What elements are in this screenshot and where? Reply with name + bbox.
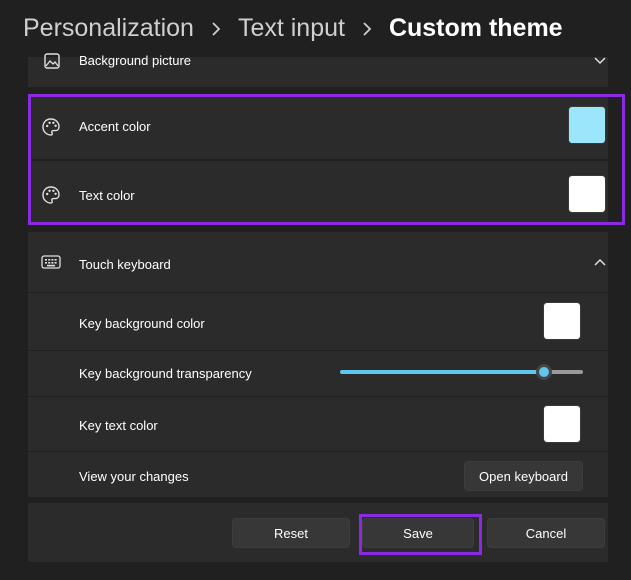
text-color-label: Text color xyxy=(79,188,135,203)
key-text-color-row[interactable]: Key text color xyxy=(28,397,608,451)
slider-thumb[interactable] xyxy=(536,364,552,380)
breadcrumb-text-input[interactable]: Text input xyxy=(238,14,345,43)
key-background-transparency-label: Key background transparency xyxy=(79,366,252,381)
palette-icon xyxy=(41,185,61,205)
save-button[interactable]: Save xyxy=(362,518,474,548)
transparency-slider[interactable] xyxy=(340,364,583,380)
touch-keyboard-section: Touch keyboard Key background color Key … xyxy=(28,232,608,497)
key-background-color-swatch[interactable] xyxy=(543,302,581,340)
view-changes-row: View your changes Open keyboard xyxy=(28,452,608,497)
footer-bar: Reset Save Cancel xyxy=(28,503,608,562)
keyboard-icon xyxy=(41,252,61,272)
slider-track-fill xyxy=(340,370,544,374)
open-keyboard-button[interactable]: Open keyboard xyxy=(464,461,583,491)
chevron-down-icon[interactable] xyxy=(590,51,610,71)
key-background-color-row[interactable]: Key background color xyxy=(28,293,608,350)
text-color-row[interactable]: Text color xyxy=(28,161,608,223)
key-background-transparency-row[interactable]: Key background transparency xyxy=(28,351,608,396)
accent-color-row[interactable]: Accent color xyxy=(28,96,608,159)
chevron-right-icon xyxy=(211,21,221,36)
cancel-button[interactable]: Cancel xyxy=(487,518,605,548)
breadcrumb-personalization[interactable]: Personalization xyxy=(23,14,194,43)
reset-button[interactable]: Reset xyxy=(232,518,350,548)
touch-keyboard-header[interactable]: Touch keyboard xyxy=(28,232,608,292)
page-title: Custom theme xyxy=(388,14,563,42)
breadcrumb: Personalization Text input Custom theme xyxy=(0,0,631,57)
image-icon xyxy=(42,51,62,71)
accent-color-label: Accent color xyxy=(79,119,151,134)
touch-keyboard-label: Touch keyboard xyxy=(79,257,171,272)
chevron-up-icon[interactable] xyxy=(590,252,610,272)
accent-color-swatch[interactable] xyxy=(568,106,606,144)
key-text-color-swatch[interactable] xyxy=(543,405,581,443)
background-picture-row[interactable]: Background picture xyxy=(28,53,608,87)
key-background-color-label: Key background color xyxy=(79,316,205,331)
chevron-right-icon xyxy=(362,21,372,36)
palette-icon xyxy=(41,117,61,137)
key-text-color-label: Key text color xyxy=(79,418,158,433)
text-color-swatch[interactable] xyxy=(568,175,606,213)
view-changes-label: View your changes xyxy=(79,469,189,484)
background-picture-label: Background picture xyxy=(79,53,192,68)
